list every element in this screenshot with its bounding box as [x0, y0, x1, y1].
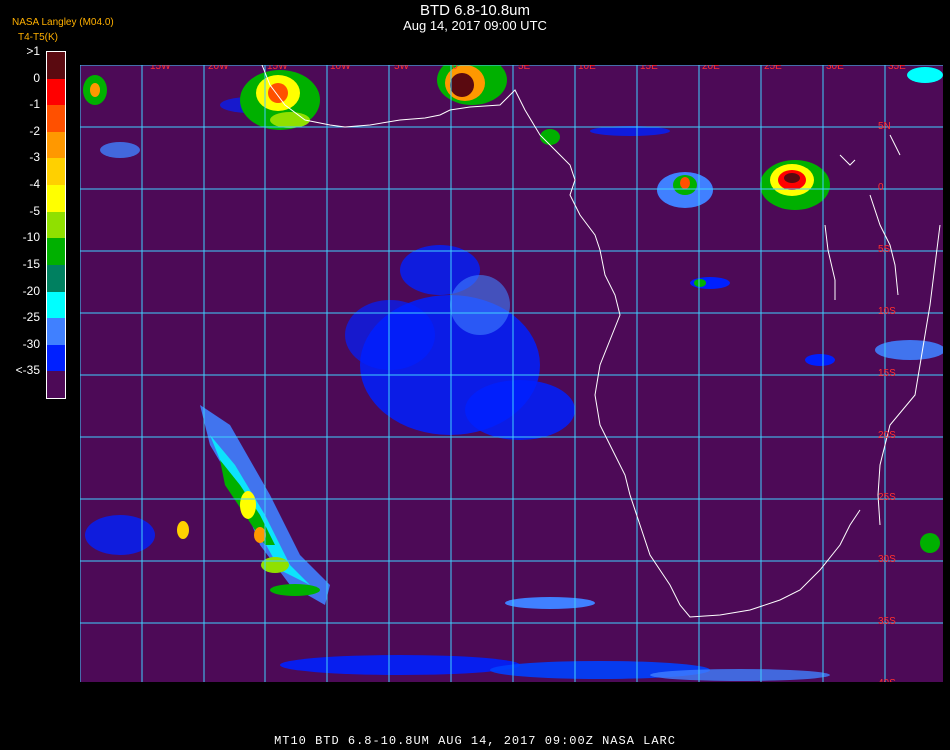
legend-swatch: [47, 185, 65, 213]
legend-swatch: [47, 158, 65, 186]
legend-label: -20: [22, 283, 40, 298]
legend-swatch: [47, 238, 65, 266]
lat-label: 30S: [878, 554, 896, 565]
legend-label: -10: [22, 230, 40, 245]
legend-swatch: [47, 291, 65, 319]
lon-label: 10W: [330, 65, 351, 72]
legend-swatch: [47, 371, 65, 399]
lat-label: 0: [878, 182, 884, 193]
lon-label: 20W: [208, 65, 229, 72]
legend-swatch: [47, 105, 65, 133]
lon-label: 10E: [578, 65, 596, 72]
legend-label: -5: [29, 203, 40, 218]
legend-label: <-35: [15, 363, 40, 378]
legend-swatch: [47, 78, 65, 106]
satellite-map: 15W 20W 15W 10W 5W 0 5E 10E 15E 20E 25E 30E 35E 5N 0 5S…: [80, 65, 943, 682]
map-canvas: 15W 20W 15W 10W 5W 0 5E 10E 15E 20E 25E 30E 35E 5N 0 5S…: [80, 65, 943, 682]
units-label: T4-T5(K): [18, 32, 58, 43]
lat-label: 25S: [878, 492, 896, 503]
lat-label: 20S: [878, 430, 896, 441]
legend-label: -15: [22, 256, 40, 271]
lon-label: 15E: [640, 65, 658, 72]
legend-label: >1: [26, 44, 40, 58]
legend-label: -25: [22, 310, 40, 325]
lon-label: 25E: [764, 65, 782, 72]
legend-label: -30: [22, 336, 40, 351]
map-title: BTD 6.8-10.8um: [419, 2, 531, 19]
lat-label: 5S: [878, 244, 891, 255]
lon-label: 15W: [267, 65, 288, 72]
lat-label: 35S: [878, 616, 896, 627]
legend-swatch: [47, 264, 65, 293]
lon-label: 0: [452, 65, 458, 72]
legend-swatch: [47, 131, 65, 159]
color-legend: [46, 51, 66, 399]
legend-swatch: [47, 211, 65, 239]
lon-label: 30E: [826, 65, 844, 72]
legend-label: -1: [29, 97, 40, 112]
legend-label: 0: [33, 70, 40, 85]
lon-label: 15W: [150, 65, 171, 72]
legend-swatch: [47, 318, 65, 346]
footer-caption: MT10 BTD 6.8-10.8UM AUG 14, 2017 09:00Z …: [274, 734, 676, 748]
map-timestamp: Aug 14, 2017 09:00 UTC: [403, 18, 547, 33]
credit-label: NASA Langley (M04.0): [12, 17, 114, 28]
lon-label: 5E: [518, 65, 531, 72]
lat-label: 15S: [878, 368, 896, 379]
lon-label: 20E: [702, 65, 720, 72]
lon-label: 35E: [888, 65, 906, 72]
legend-label: -2: [29, 123, 40, 138]
lat-label: 5N: [878, 121, 891, 132]
legend-label: -4: [29, 177, 40, 192]
lat-label: 40S: [878, 678, 896, 682]
legend-swatch: [47, 52, 65, 80]
legend-swatch: [47, 344, 65, 372]
lat-label: 10S: [878, 306, 896, 317]
legend-label: -3: [29, 150, 40, 165]
lon-label: 5W: [394, 65, 410, 72]
